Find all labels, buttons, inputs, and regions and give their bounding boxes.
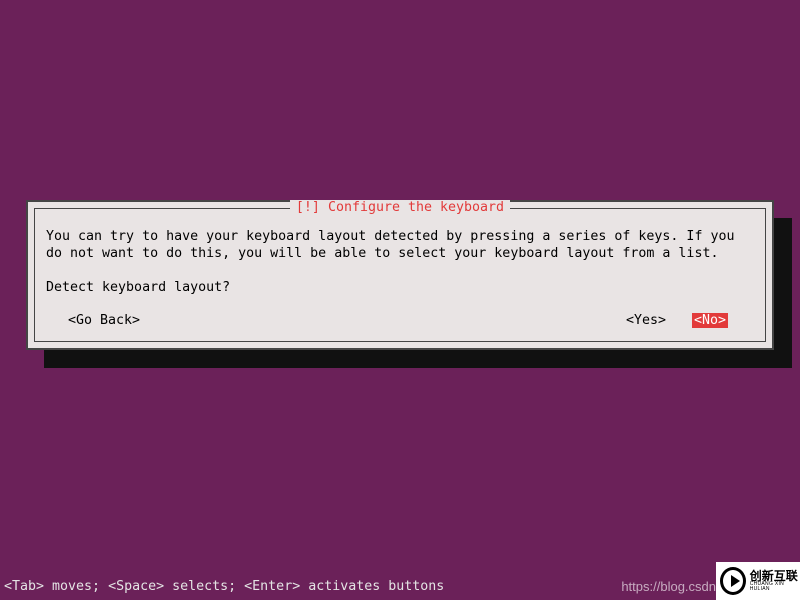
yes-button[interactable]: <Yes> [626,313,666,328]
button-row: <Go Back> <Yes> <No> [46,313,754,328]
dialog-window: [!] Configure the keyboard You can try t… [26,200,774,350]
go-back-button[interactable]: <Go Back> [68,313,140,328]
watermark-icon [720,567,746,595]
help-bar: <Tab> moves; <Space> selects; <Enter> ac… [0,579,444,594]
no-button[interactable]: <No> [692,313,728,328]
right-buttons: <Yes> <No> [626,313,728,328]
watermark-text: 创新互联 CHUANG XIN HULIAN [750,570,800,592]
dialog-title: [!] Configure the keyboard [290,200,510,215]
dialog-prompt: Detect keyboard layout? [46,280,754,295]
watermark-text-en: CHUANG XIN HULIAN [750,582,800,592]
dialog-description: You can try to have your keyboard layout… [46,228,754,262]
source-url-text: https://blog.csdn [621,579,716,594]
watermark-logo: 创新互联 CHUANG XIN HULIAN [716,562,800,600]
dialog-panel: [!] Configure the keyboard You can try t… [26,200,774,350]
